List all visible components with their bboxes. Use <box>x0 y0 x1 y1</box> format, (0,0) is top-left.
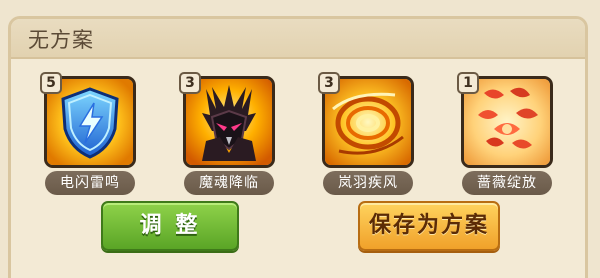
skill-loadout-panel: 无方案 5 电闪雷鸣 3 魔魂降临 3 岚羽疾风 1 蔷薇绽放 调 整 保存为方… <box>0 0 600 278</box>
skill-name-2: 魔魂降临 <box>184 171 274 195</box>
skill-name-3: 岚羽疾风 <box>323 171 413 195</box>
adjust-button[interactable]: 调 整 <box>101 201 239 251</box>
skill-level-badge: 3 <box>179 72 201 94</box>
plan-title: 无方案 <box>28 28 94 52</box>
skill-slot-3[interactable]: 3 <box>318 72 414 168</box>
skill-slot-4[interactable]: 1 <box>457 72 553 168</box>
skill-level-badge: 3 <box>318 72 340 94</box>
save-as-plan-button[interactable]: 保存为方案 <box>358 201 500 251</box>
skill-level-badge: 5 <box>40 72 62 94</box>
skill-level-badge: 1 <box>457 72 479 94</box>
skill-slot-2[interactable]: 3 <box>179 72 275 168</box>
skill-slot-1[interactable]: 5 <box>40 72 136 168</box>
skill-name-4: 蔷薇绽放 <box>462 171 552 195</box>
skill-name-1: 电闪雷鸣 <box>45 171 135 195</box>
panel-header <box>11 19 585 59</box>
